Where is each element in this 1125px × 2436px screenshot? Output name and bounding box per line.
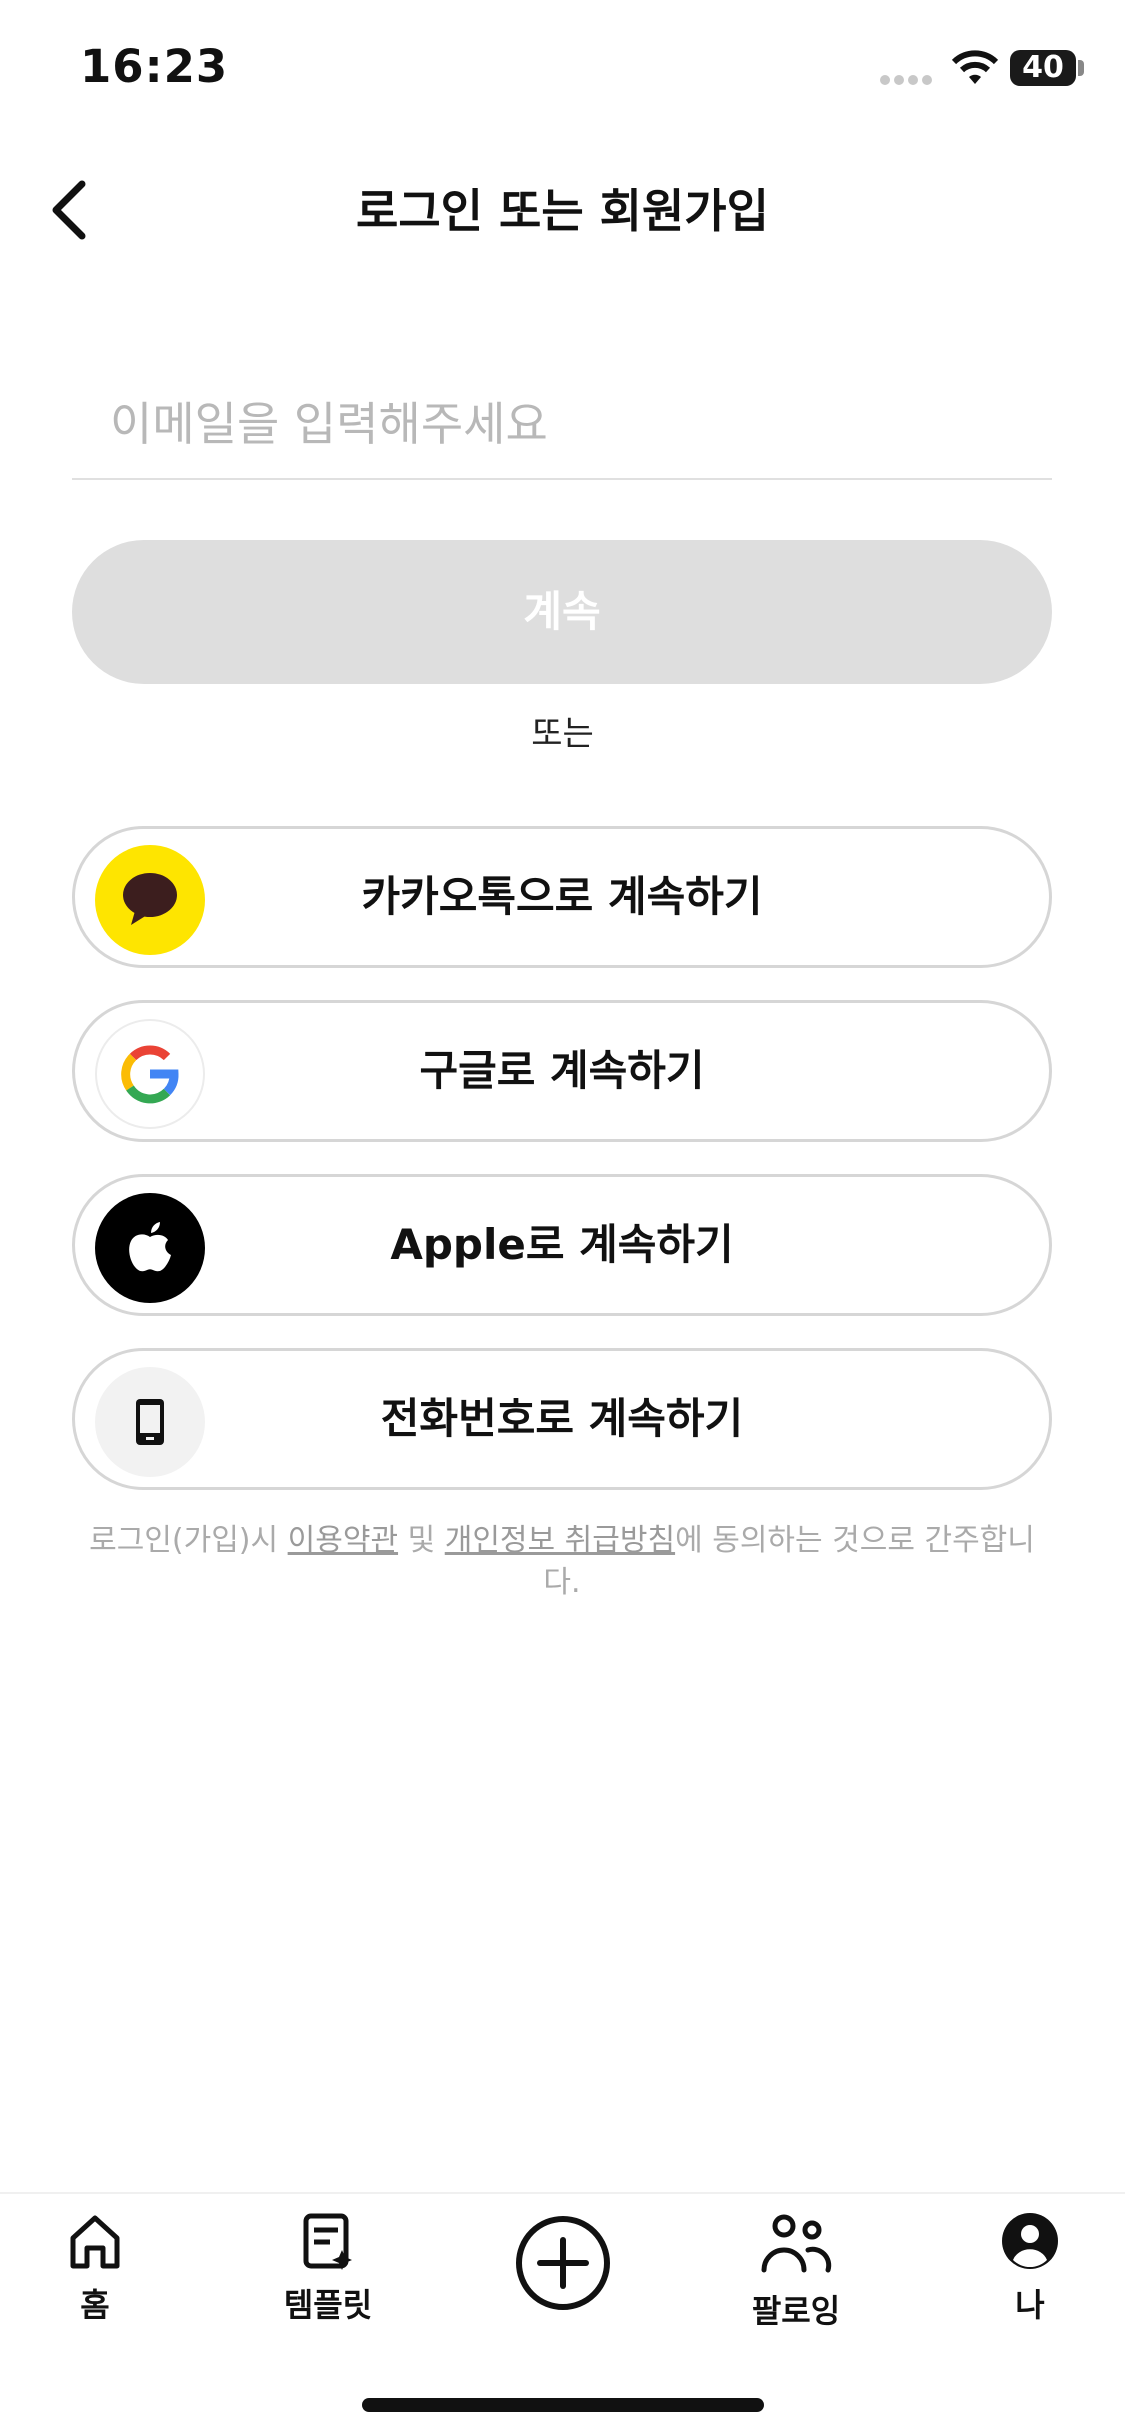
- profile-icon: [1002, 2213, 1058, 2269]
- or-divider-label: 또는: [531, 714, 594, 754]
- phone-login-button[interactable]: 전화번호로 계속하기: [72, 1348, 1052, 1490]
- home-indicator: [362, 2398, 764, 2412]
- following-icon: [761, 2214, 832, 2273]
- terms-notice: 로그인(가입)시 이용약관 및 개인정보 취급방침에 동의하는 것으로 간주합니…: [72, 1520, 1052, 1604]
- tab-bar-divider: [0, 2192, 1125, 2194]
- tab-profile[interactable]: 나: [940, 2210, 1120, 2326]
- tab-template-label: 템플릿: [283, 2286, 373, 2324]
- tab-home-label: 홈: [80, 2286, 110, 2324]
- tab-template[interactable]: 템플릿: [238, 2210, 418, 2326]
- create-button[interactable]: [514, 2214, 612, 2316]
- terms-prefix: 로그인(가입)시: [89, 1523, 288, 1558]
- kakaotalk-login-button[interactable]: 카카오톡으로 계속하기: [72, 826, 1052, 968]
- tab-following[interactable]: 팔로잉: [706, 2210, 886, 2332]
- google-login-label: 구글로 계속하기: [419, 1046, 705, 1095]
- status-time: 16:23: [80, 40, 229, 93]
- apple-login-label: Apple로 계속하기: [390, 1220, 734, 1269]
- add-icon: [516, 2216, 610, 2310]
- battery-indicator: 40: [1010, 50, 1076, 86]
- page-title: 로그인 또는 회원가입: [356, 184, 769, 238]
- terms-and: 및: [398, 1523, 445, 1558]
- continue-button[interactable]: 계속: [72, 540, 1052, 684]
- wifi-icon: [951, 50, 999, 84]
- phone-login-label: 전화번호로 계속하기: [380, 1394, 744, 1443]
- apple-login-button[interactable]: Apple로 계속하기: [72, 1174, 1052, 1316]
- google-login-button[interactable]: 구글로 계속하기: [72, 1000, 1052, 1142]
- privacy-policy-link[interactable]: 개인정보 취급방침: [445, 1523, 675, 1558]
- tab-home[interactable]: 홈: [5, 2210, 185, 2326]
- tab-following-label: 팔로잉: [751, 2292, 841, 2330]
- cellular-signal-icon: [880, 70, 936, 85]
- home-icon: [70, 2215, 120, 2269]
- kakaotalk-login-label: 카카오톡으로 계속하기: [361, 872, 763, 921]
- template-icon: [303, 2213, 352, 2270]
- battery-cap: [1078, 60, 1084, 76]
- tab-profile-label: 나: [1015, 2286, 1045, 2324]
- email-field[interactable]: [72, 370, 1052, 480]
- terms-of-service-link[interactable]: 이용약관: [288, 1523, 398, 1558]
